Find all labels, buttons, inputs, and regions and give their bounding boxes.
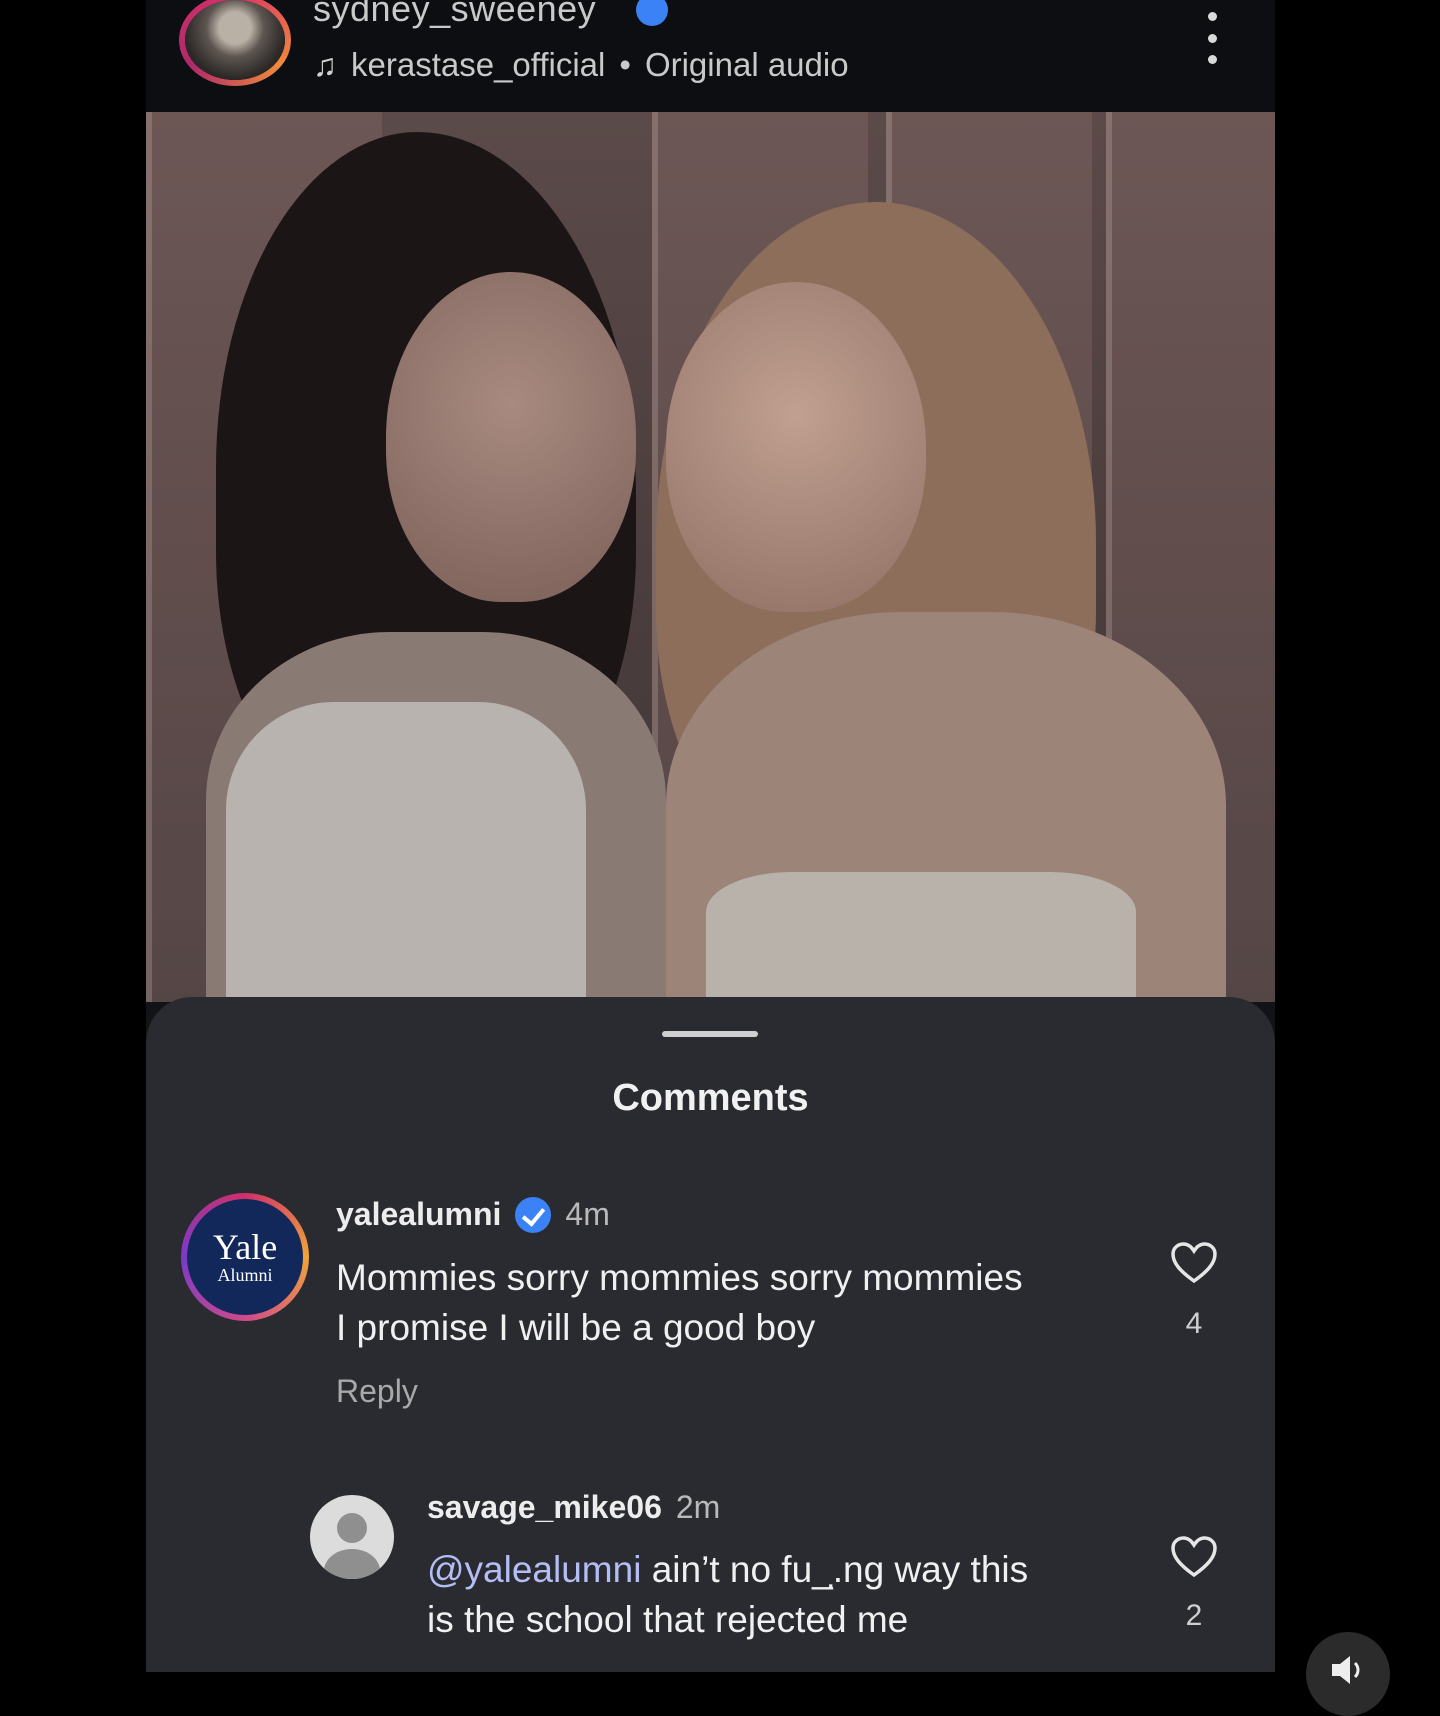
audio-account: kerastase_official (351, 46, 606, 83)
audio-separator: • (619, 46, 631, 83)
heart-icon[interactable] (1170, 1535, 1218, 1579)
post-header: sydney_sweeney ♫ kerastase_official • Or… (146, 0, 1275, 112)
comment-time: 4m (565, 1196, 610, 1232)
person-right-top (706, 872, 1136, 1002)
comment-avatar-yalealumni[interactable]: Yale Alumni (181, 1193, 309, 1321)
audio-info[interactable]: ♫ kerastase_official • Original audio (313, 46, 849, 84)
person-left-face (386, 272, 636, 602)
person-right-face (666, 282, 926, 612)
logo-subtext: Alumni (217, 1265, 273, 1285)
verified-badge-icon (636, 0, 668, 26)
comment-avatar-savage-mike06[interactable] (310, 1495, 394, 1579)
heart-icon[interactable] (1170, 1241, 1218, 1285)
comment-header: yalealumni 4m (336, 1196, 610, 1233)
comment-text-line: is the school that rejected me (427, 1599, 909, 1640)
speaker-icon (1332, 1656, 1360, 1684)
comment-time: 2m (675, 1489, 721, 1525)
comment-username[interactable]: savage_mike06 (427, 1489, 662, 1526)
profile-avatar[interactable] (179, 0, 291, 86)
default-avatar-head (337, 1513, 367, 1543)
comments-title: Comments (612, 1077, 809, 1119)
verified-badge-icon (515, 1196, 552, 1233)
comment-header: savage_mike06 2m (427, 1489, 720, 1526)
phone-screen: sydney_sweeney ♫ kerastase_official • Or… (146, 0, 1275, 1672)
post-photo[interactable] (146, 112, 1275, 1002)
like-count: 4 (1185, 1307, 1203, 1340)
drag-handle[interactable] (662, 1031, 758, 1037)
comment-text: @yalealumni ain’t no fu_.̣ng way this is… (427, 1545, 1028, 1645)
person-left-top (226, 702, 586, 1002)
music-note-icon: ♫ (313, 46, 337, 83)
sound-toggle-button[interactable] (1306, 1632, 1390, 1716)
comment-text-line: @yalealumni ain’t no fu_.̣ng way this (427, 1545, 1028, 1595)
yale-alumni-logo: Yale Alumni (187, 1199, 303, 1315)
comment-text-line: Mommies sorry mommies sorry mommies (336, 1257, 1023, 1298)
more-options-icon[interactable] (1202, 12, 1222, 64)
comment-text: Mommies sorry mommies sorry mommies I pr… (336, 1253, 1023, 1353)
mention-link[interactable]: @yalealumni (427, 1549, 641, 1590)
avatar-photo (185, 0, 285, 80)
comment-username[interactable]: yalealumni (336, 1196, 501, 1233)
like-count: 2 (1185, 1599, 1203, 1632)
post-username[interactable]: sydney_sweeney (313, 0, 596, 30)
default-avatar-shoulders (324, 1549, 380, 1579)
comments-sheet: Comments Yale Alumni yalealumni 4m Mommi… (146, 997, 1275, 1672)
audio-label: Original audio (644, 46, 849, 83)
reply-button[interactable]: Reply (336, 1373, 418, 1410)
logo-text: Yale (212, 1227, 278, 1267)
comment-text-rest: ain’t no fu_.̣ng way this (641, 1549, 1029, 1590)
comment-text-line: I promise I will be a good boy (336, 1307, 816, 1348)
